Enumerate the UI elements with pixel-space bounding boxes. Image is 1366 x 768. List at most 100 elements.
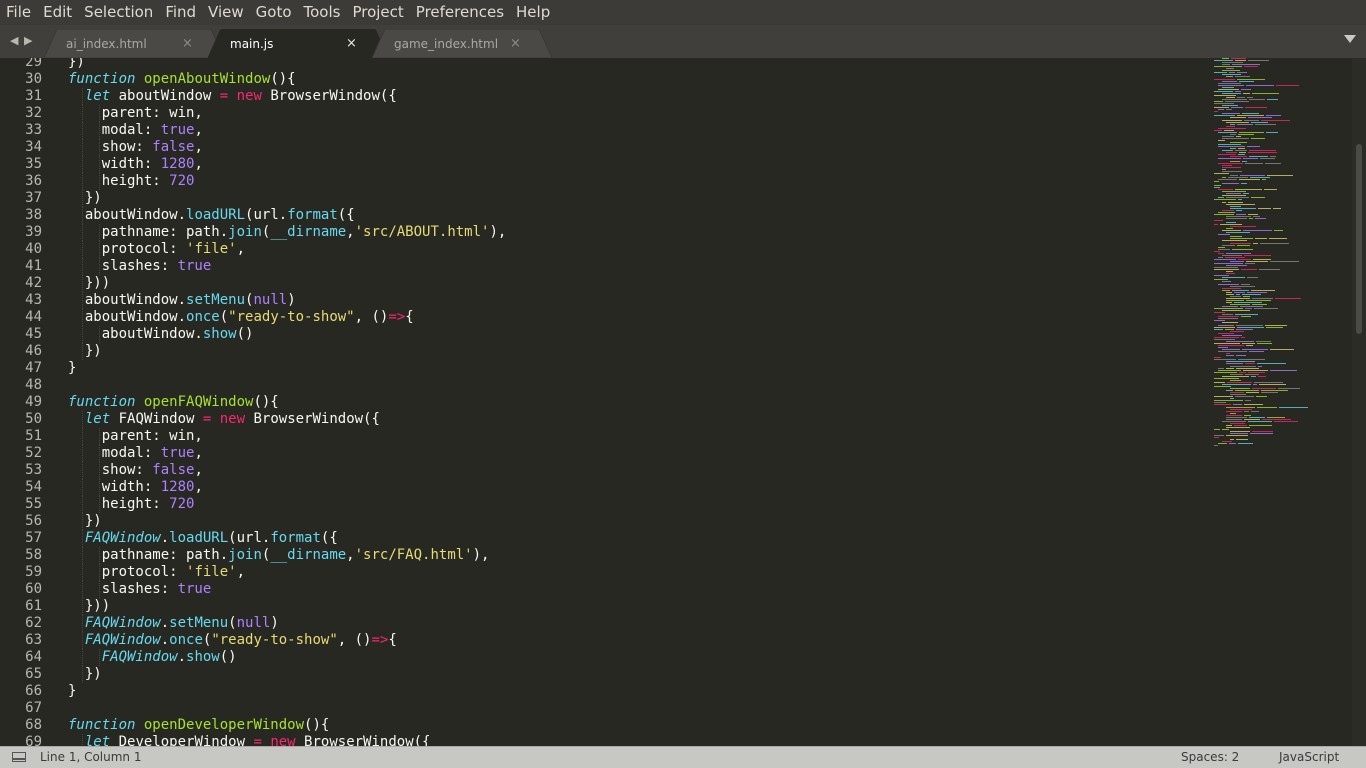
minimap-line — [1222, 254, 1242, 256]
minimap-line — [1214, 224, 1218, 226]
syntax-mode[interactable]: JavaScript — [1279, 750, 1339, 764]
code-token: modal: — [101, 122, 161, 138]
menu-goto[interactable]: Goto — [250, 0, 298, 25]
minimap-line — [1214, 111, 1218, 113]
line-number: 47 — [25, 360, 42, 376]
back-arrow-icon[interactable]: ◀ — [10, 34, 18, 47]
minimap-line — [1225, 256, 1245, 258]
cursor-position[interactable]: Line 1, Column 1 — [40, 750, 142, 764]
minimap-line — [1214, 107, 1229, 109]
code-token: function — [68, 71, 136, 87]
line-number: 56 — [25, 513, 42, 529]
minimap-line — [1214, 72, 1227, 74]
minimap-line — [1244, 119, 1259, 121]
minimap-line — [1261, 390, 1288, 392]
minimap-line — [1226, 252, 1251, 254]
code-line: }) — [68, 58, 85, 71]
line-number: 41 — [25, 258, 42, 274]
minimap-line — [1222, 277, 1245, 279]
code-token: show: — [101, 139, 153, 155]
tab-game-index-html[interactable]: game_index.html × — [372, 29, 552, 58]
minimap-line — [1218, 347, 1228, 349]
code-token: parent: win, — [101, 428, 203, 444]
code-token: format — [270, 530, 321, 546]
code-token: , () — [354, 309, 389, 325]
line-number: 58 — [25, 547, 42, 563]
line-number: 33 — [25, 122, 42, 138]
tab-dropdown-icon[interactable] — [1344, 35, 1356, 43]
tab-main-js[interactable]: main.js × — [208, 29, 388, 58]
minimap-line — [1254, 308, 1278, 310]
code-area[interactable]: }) function openAboutWindow(){let aboutWi… — [52, 58, 1206, 746]
menu-preferences[interactable]: Preferences — [410, 0, 510, 25]
minimap[interactable] — [1212, 58, 1352, 458]
indent-guide — [98, 224, 100, 241]
menu-file[interactable]: File — [0, 0, 37, 25]
minimap-line — [1249, 416, 1265, 418]
minimap-line — [1218, 127, 1246, 129]
menu-view[interactable]: View — [202, 0, 250, 25]
code-token: (url. — [228, 530, 271, 546]
code-token: }) — [84, 343, 102, 359]
minimap-line — [1236, 135, 1241, 137]
code-editor[interactable]: 29 30 31 32 33 34 35 36 37 38 39 40 41 42 43 44 45 46 47 48… — [0, 58, 1366, 746]
menu-project[interactable]: Project — [346, 0, 409, 25]
menu-find[interactable]: Find — [159, 0, 202, 25]
code-token: { — [405, 309, 414, 325]
minimap-line — [1230, 295, 1241, 297]
minimap-line — [1230, 238, 1253, 240]
minimap-line — [1270, 349, 1294, 351]
minimap-line — [1256, 340, 1271, 342]
minimap-line — [1240, 174, 1265, 176]
minimap-line — [1222, 287, 1241, 289]
minimap-line — [1226, 353, 1230, 355]
line-number: 31 — [25, 88, 42, 104]
code-token: aboutWindow. — [84, 292, 187, 308]
line-number: 30 — [25, 71, 42, 87]
code-line: show: false, — [102, 139, 203, 156]
panel-toggle-icon[interactable] — [12, 752, 26, 762]
minimap-line — [1222, 70, 1240, 72]
code-token: , — [194, 462, 203, 478]
menu-help[interactable]: Help — [510, 0, 556, 25]
minimap-line — [1230, 123, 1235, 125]
menu-edit[interactable]: Edit — [37, 0, 78, 25]
indentation-setting[interactable]: Spaces: 2 — [1181, 750, 1239, 764]
code-token: = — [219, 88, 229, 104]
minimap-line — [1218, 131, 1237, 133]
minimap-line — [1236, 439, 1248, 441]
minimap-line — [1214, 181, 1219, 182]
minimap-line — [1248, 60, 1269, 62]
minimap-line — [1230, 207, 1256, 209]
scrollbar-thumb[interactable] — [1356, 144, 1362, 334]
indent-guide — [98, 496, 100, 513]
minimap-line — [1230, 205, 1241, 207]
code-line: width: 1280, — [102, 479, 203, 496]
code-token: . — [160, 530, 170, 546]
tab-close-icon[interactable]: × — [510, 36, 521, 51]
tab-close-icon[interactable]: × — [346, 36, 357, 51]
forward-arrow-icon[interactable]: ▶ — [24, 34, 32, 47]
menu-tools[interactable]: Tools — [298, 0, 347, 25]
indent-guide — [82, 513, 83, 530]
code-token: once — [169, 632, 203, 648]
line-number: 29 — [25, 58, 42, 70]
vertical-scrollbar[interactable] — [1352, 58, 1366, 746]
menu-selection[interactable]: Selection — [78, 0, 159, 25]
minimap-line — [1218, 256, 1223, 258]
code-token: ), — [489, 224, 507, 240]
minimap-line — [1236, 213, 1246, 215]
code-token: 'src/ABOUT.html' — [354, 224, 490, 240]
minimap-line — [1237, 326, 1264, 328]
minimap-line — [1222, 244, 1235, 246]
code-line: aboutWindow.setMenu(null) — [85, 292, 296, 309]
line-number: 48 — [25, 377, 42, 393]
minimap-line — [1254, 381, 1283, 383]
minimap-line — [1214, 129, 1222, 131]
minimap-line — [1218, 443, 1227, 445]
minimap-line — [1248, 371, 1265, 373]
minimap-line — [1214, 326, 1235, 328]
tab-close-icon[interactable]: × — [182, 36, 193, 51]
tab-ai-index-html[interactable]: ai_index.html × — [44, 29, 224, 58]
indent-guide — [82, 88, 83, 105]
